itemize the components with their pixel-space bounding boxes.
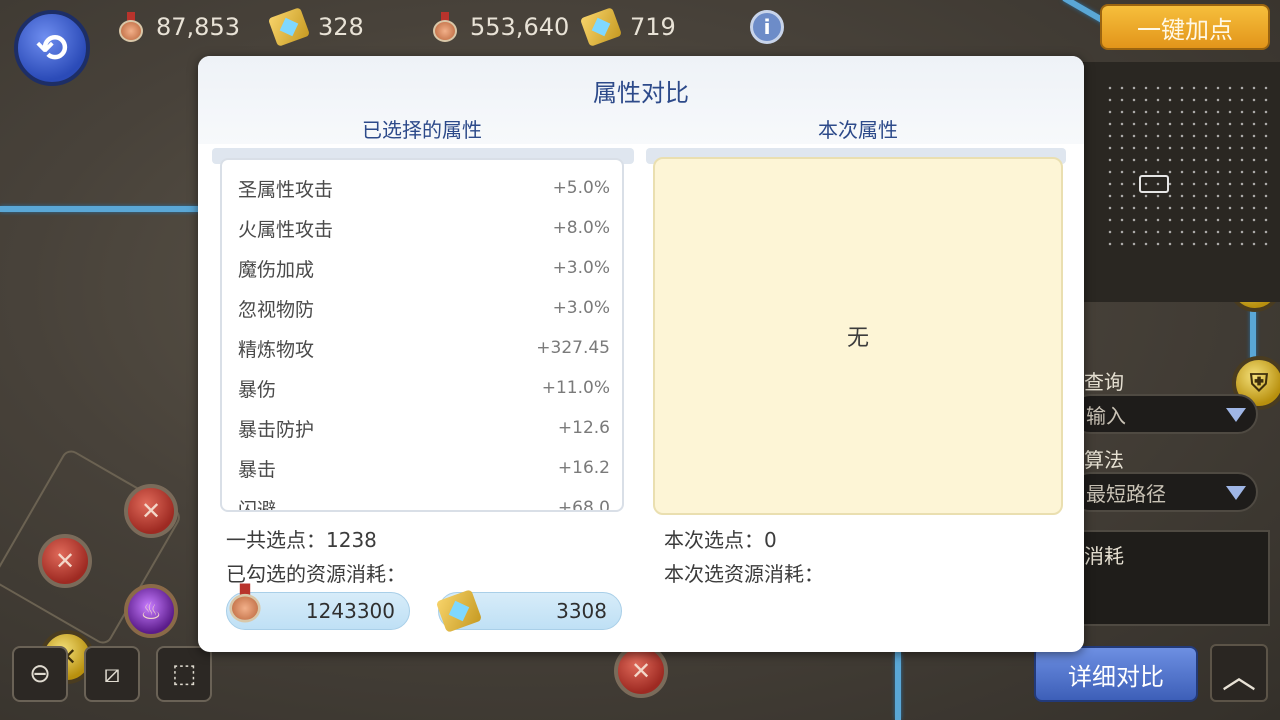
list-item: 忽视物防 +3.0% xyxy=(238,288,610,328)
cost-box: 消耗 xyxy=(1070,530,1270,626)
algorithm-label: 算法 xyxy=(1084,448,1124,472)
collapse-button[interactable]: ︿ xyxy=(1210,644,1268,702)
resource-value: 87,853 xyxy=(156,13,240,41)
selected-attributes-list[interactable]: 圣属性攻击 +5.0% 火属性攻击 +8.0% 魔伤加成 +3.0% 忽视物防 … xyxy=(220,158,624,512)
attribute-name: 暴伤 xyxy=(238,378,277,401)
resource-medal: 87,853 xyxy=(118,10,240,44)
attribute-name: 火属性攻击 xyxy=(238,218,334,241)
skill-node[interactable]: ✕ xyxy=(124,484,178,538)
attribute-name: 忽视物防 xyxy=(238,298,315,321)
list-item: 火属性攻击 +8.0% xyxy=(238,208,610,248)
attribute-name: 魔伤加成 xyxy=(238,258,315,281)
chevron-down-icon xyxy=(1226,408,1246,422)
attribute-value: +5.0% xyxy=(552,178,610,198)
locked-medal-icon xyxy=(432,12,458,42)
minimap[interactable] xyxy=(1082,62,1280,302)
minimap-viewport[interactable] xyxy=(1139,175,1169,193)
list-item: 魔伤加成 +3.0% xyxy=(238,248,610,288)
chevron-up-icon: ︿ xyxy=(1222,656,1256,697)
path-line xyxy=(0,206,200,212)
list-item: 暴伤 +11.0% xyxy=(238,368,610,408)
medal-cost-value: 1243300 xyxy=(305,599,395,623)
cost-label: 消耗 xyxy=(1084,544,1124,568)
selected-attributes-header: 已选择的属性 xyxy=(362,118,482,142)
attribute-value: +3.0% xyxy=(552,258,610,278)
medal-icon xyxy=(228,583,262,623)
attribute-value: +8.0% xyxy=(552,218,610,238)
attribute-value: +3.0% xyxy=(552,298,610,318)
back-button[interactable]: ⟲ xyxy=(14,10,90,86)
locked-crystal-icon xyxy=(579,7,623,47)
current-attributes-header: 本次属性 xyxy=(818,118,898,142)
algorithm-select[interactable]: 最短路径 xyxy=(1070,472,1258,512)
attribute-name: 暴击 xyxy=(238,458,277,481)
skill-node[interactable]: ✕ xyxy=(38,534,92,588)
list-item: 圣属性攻击 +5.0% xyxy=(238,168,610,208)
zoom-out-icon: ⊖ xyxy=(29,659,51,689)
current-points: 本次选点：0 xyxy=(664,528,777,552)
attribute-value: +12.6 xyxy=(557,418,610,438)
path-icon: ⬚ xyxy=(171,659,197,689)
current-cost-label: 本次选资源消耗： xyxy=(664,562,824,586)
resource-value: 328 xyxy=(318,13,364,41)
crystal-cost-value: 3308 xyxy=(556,599,607,623)
resource-crystal: 328 xyxy=(267,7,364,47)
skill-node[interactable]: ♨ xyxy=(124,584,178,638)
edit-button[interactable]: ⧄ xyxy=(84,646,140,702)
skill-node[interactable]: ✕ xyxy=(614,644,668,698)
medal-icon xyxy=(118,12,144,42)
chevron-down-icon xyxy=(1226,486,1246,500)
top-bar: ⟲ 87,853 328 553,640 719 i 一键加点 xyxy=(0,0,1280,86)
attribute-name: 闪避 xyxy=(238,498,277,512)
list-item: 精炼物攻 +327.45 xyxy=(238,328,610,368)
path-line xyxy=(895,652,901,720)
minimap-nodes xyxy=(1104,82,1274,252)
dialog-title: 属性对比 xyxy=(593,79,689,107)
attribute-name: 精炼物攻 xyxy=(238,338,315,361)
zoom-out-button[interactable]: ⊖ xyxy=(12,646,68,702)
slash-icon: ⧄ xyxy=(103,658,121,689)
total-points: 一共选点：1238 xyxy=(226,528,377,552)
query-placeholder: 输入 xyxy=(1086,403,1126,428)
path-button[interactable]: ⬚ xyxy=(156,646,212,702)
empty-text: 无 xyxy=(846,326,869,351)
list-item: 闪避 +68.0 xyxy=(238,488,610,512)
attribute-value: +16.2 xyxy=(557,458,610,478)
crystal-icon xyxy=(267,7,311,47)
query-label: 查询 xyxy=(1084,370,1124,394)
attribute-name: 暴击防护 xyxy=(238,418,315,441)
resource-value: 553,640 xyxy=(470,13,570,41)
back-arrow-icon: ⟲ xyxy=(36,26,68,70)
attribute-value: +11.0% xyxy=(541,378,610,398)
query-input[interactable]: 输入 xyxy=(1070,394,1258,434)
resource-locked-crystal: 719 xyxy=(579,7,676,47)
resource-value: 719 xyxy=(630,13,676,41)
info-icon[interactable]: i xyxy=(750,10,784,44)
resource-locked-medal: 553,640 xyxy=(432,10,569,44)
attribute-value: +68.0 xyxy=(557,498,610,512)
auto-add-button[interactable]: 一键加点 xyxy=(1100,4,1270,50)
attribute-compare-dialog: 属性对比 已选择的属性 本次属性 圣属性攻击 +5.0% 火属性攻击 +8.0%… xyxy=(198,56,1084,652)
attribute-name: 圣属性攻击 xyxy=(238,178,334,201)
detail-compare-button[interactable]: 详细对比 xyxy=(1034,646,1198,702)
list-item: 暴击 +16.2 xyxy=(238,448,610,488)
algorithm-value: 最短路径 xyxy=(1086,481,1166,506)
list-item: 暴击防护 +12.6 xyxy=(238,408,610,448)
current-attributes-panel: 无 xyxy=(653,157,1063,515)
attribute-value: +327.45 xyxy=(536,338,610,358)
